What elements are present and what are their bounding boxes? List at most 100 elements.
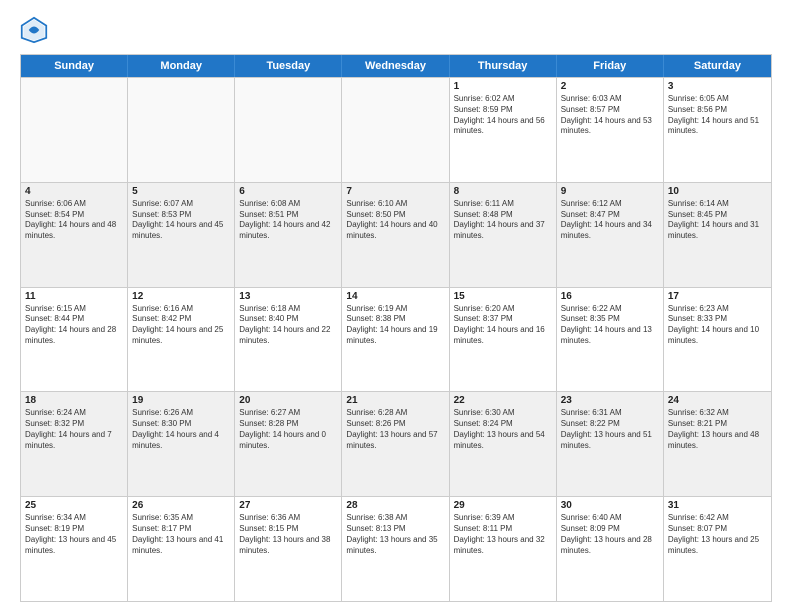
calendar-cell: 9 Sunrise: 6:12 AMSunset: 8:47 PMDaylight… <box>557 183 664 287</box>
cell-info: Sunrise: 6:30 AMSunset: 8:24 PMDaylight:… <box>454 408 552 451</box>
cell-info: Sunrise: 6:02 AMSunset: 8:59 PMDaylight:… <box>454 94 552 137</box>
day-number: 21 <box>346 395 444 406</box>
header <box>20 16 772 44</box>
day-number: 14 <box>346 291 444 302</box>
cell-info: Sunrise: 6:40 AMSunset: 8:09 PMDaylight:… <box>561 513 659 556</box>
calendar-cell <box>235 78 342 182</box>
day-number: 4 <box>25 186 123 197</box>
calendar-cell: 26 Sunrise: 6:35 AMSunset: 8:17 PMDayligh… <box>128 497 235 601</box>
calendar-day-header: Thursday <box>450 55 557 77</box>
cell-info: Sunrise: 6:06 AMSunset: 8:54 PMDaylight:… <box>25 199 123 242</box>
calendar-cell: 4 Sunrise: 6:06 AMSunset: 8:54 PMDaylight… <box>21 183 128 287</box>
calendar-cell: 8 Sunrise: 6:11 AMSunset: 8:48 PMDaylight… <box>450 183 557 287</box>
calendar-cell: 22 Sunrise: 6:30 AMSunset: 8:24 PMDayligh… <box>450 392 557 496</box>
cell-info: Sunrise: 6:26 AMSunset: 8:30 PMDaylight:… <box>132 408 230 451</box>
calendar-cell: 27Sunrise: 6:36 AMSunset: 8:15 PMDayligh… <box>235 497 342 601</box>
calendar-cell: 10 Sunrise: 6:14 AMSunset: 8:45 PMDayligh… <box>664 183 771 287</box>
cell-info: Sunrise: 6:10 AMSunset: 8:50 PMDaylight:… <box>346 199 444 242</box>
calendar-header: SundayMondayTuesdayWednesdayThursdayFrid… <box>21 55 771 77</box>
cell-info: Sunrise: 6:39 AMSunset: 8:11 PMDaylight:… <box>454 513 552 556</box>
calendar-cell: 6Sunrise: 6:08 AMSunset: 8:51 PMDaylight… <box>235 183 342 287</box>
cell-info: Sunrise: 6:35 AMSunset: 8:17 PMDaylight:… <box>132 513 230 556</box>
day-number: 6 <box>239 186 337 197</box>
calendar-cell <box>128 78 235 182</box>
day-number: 24 <box>668 395 767 406</box>
day-number: 9 <box>561 186 659 197</box>
day-number: 22 <box>454 395 552 406</box>
calendar-cell: 23Sunrise: 6:31 AMSunset: 8:22 PMDayligh… <box>557 392 664 496</box>
calendar-row: 18Sunrise: 6:24 AMSunset: 8:32 PMDayligh… <box>21 391 771 496</box>
day-number: 12 <box>132 291 230 302</box>
calendar-cell: 16 Sunrise: 6:22 AMSunset: 8:35 PMDayligh… <box>557 288 664 392</box>
cell-info: Sunrise: 6:11 AMSunset: 8:48 PMDaylight:… <box>454 199 552 242</box>
calendar-cell: 3 Sunrise: 6:05 AMSunset: 8:56 PMDaylight… <box>664 78 771 182</box>
calendar-day-header: Tuesday <box>235 55 342 77</box>
calendar-day-header: Wednesday <box>342 55 449 77</box>
cell-info: Sunrise: 6:32 AMSunset: 8:21 PMDaylight:… <box>668 408 767 451</box>
day-number: 31 <box>668 500 767 511</box>
calendar-cell: 31 Sunrise: 6:42 AMSunset: 8:07 PMDayligh… <box>664 497 771 601</box>
cell-info: Sunrise: 6:28 AMSunset: 8:26 PMDaylight:… <box>346 408 444 451</box>
calendar-cell: 29 Sunrise: 6:39 AMSunset: 8:11 PMDayligh… <box>450 497 557 601</box>
cell-info: Sunrise: 6:38 AMSunset: 8:13 PMDaylight:… <box>346 513 444 556</box>
cell-info: Sunrise: 6:12 AMSunset: 8:47 PMDaylight:… <box>561 199 659 242</box>
page: SundayMondayTuesdayWednesdayThursdayFrid… <box>0 0 792 612</box>
calendar-cell: 20Sunrise: 6:27 AMSunset: 8:28 PMDayligh… <box>235 392 342 496</box>
calendar-cell: 12 Sunrise: 6:16 AMSunset: 8:42 PMDayligh… <box>128 288 235 392</box>
cell-info: Sunrise: 6:16 AMSunset: 8:42 PMDaylight:… <box>132 304 230 347</box>
calendar-cell: 17Sunrise: 6:23 AMSunset: 8:33 PMDayligh… <box>664 288 771 392</box>
cell-info: Sunrise: 6:15 AMSunset: 8:44 PMDaylight:… <box>25 304 123 347</box>
cell-info: Sunrise: 6:27 AMSunset: 8:28 PMDaylight:… <box>239 408 337 451</box>
calendar-row: 4 Sunrise: 6:06 AMSunset: 8:54 PMDaylight… <box>21 182 771 287</box>
day-number: 3 <box>668 81 767 92</box>
cell-info: Sunrise: 6:22 AMSunset: 8:35 PMDaylight:… <box>561 304 659 347</box>
calendar-cell: 15Sunrise: 6:20 AMSunset: 8:37 PMDayligh… <box>450 288 557 392</box>
day-number: 30 <box>561 500 659 511</box>
calendar-cell: 30 Sunrise: 6:40 AMSunset: 8:09 PMDayligh… <box>557 497 664 601</box>
day-number: 2 <box>561 81 659 92</box>
calendar: SundayMondayTuesdayWednesdayThursdayFrid… <box>20 54 772 602</box>
day-number: 19 <box>132 395 230 406</box>
day-number: 10 <box>668 186 767 197</box>
calendar-cell <box>21 78 128 182</box>
calendar-cell: 2 Sunrise: 6:03 AMSunset: 8:57 PMDaylight… <box>557 78 664 182</box>
day-number: 13 <box>239 291 337 302</box>
calendar-row: 1 Sunrise: 6:02 AMSunset: 8:59 PMDaylight… <box>21 77 771 182</box>
cell-info: Sunrise: 6:36 AMSunset: 8:15 PMDaylight:… <box>239 513 337 556</box>
cell-info: Sunrise: 6:18 AMSunset: 8:40 PMDaylight:… <box>239 304 337 347</box>
calendar-cell: 11Sunrise: 6:15 AMSunset: 8:44 PMDayligh… <box>21 288 128 392</box>
calendar-cell: 5 Sunrise: 6:07 AMSunset: 8:53 PMDaylight… <box>128 183 235 287</box>
calendar-cell: 19 Sunrise: 6:26 AMSunset: 8:30 PMDayligh… <box>128 392 235 496</box>
logo <box>20 16 52 44</box>
day-number: 25 <box>25 500 123 511</box>
calendar-cell: 1 Sunrise: 6:02 AMSunset: 8:59 PMDaylight… <box>450 78 557 182</box>
day-number: 7 <box>346 186 444 197</box>
cell-info: Sunrise: 6:23 AMSunset: 8:33 PMDaylight:… <box>668 304 767 347</box>
cell-info: Sunrise: 6:03 AMSunset: 8:57 PMDaylight:… <box>561 94 659 137</box>
cell-info: Sunrise: 6:14 AMSunset: 8:45 PMDaylight:… <box>668 199 767 242</box>
calendar-cell: 7 Sunrise: 6:10 AMSunset: 8:50 PMDaylight… <box>342 183 449 287</box>
cell-info: Sunrise: 6:34 AMSunset: 8:19 PMDaylight:… <box>25 513 123 556</box>
day-number: 28 <box>346 500 444 511</box>
cell-info: Sunrise: 6:24 AMSunset: 8:32 PMDaylight:… <box>25 408 123 451</box>
day-number: 26 <box>132 500 230 511</box>
calendar-cell: 18Sunrise: 6:24 AMSunset: 8:32 PMDayligh… <box>21 392 128 496</box>
day-number: 16 <box>561 291 659 302</box>
calendar-day-header: Monday <box>128 55 235 77</box>
cell-info: Sunrise: 6:19 AMSunset: 8:38 PMDaylight:… <box>346 304 444 347</box>
calendar-day-header: Friday <box>557 55 664 77</box>
calendar-body: 1 Sunrise: 6:02 AMSunset: 8:59 PMDaylight… <box>21 77 771 601</box>
calendar-cell: 25 Sunrise: 6:34 AMSunset: 8:19 PMDayligh… <box>21 497 128 601</box>
cell-info: Sunrise: 6:42 AMSunset: 8:07 PMDaylight:… <box>668 513 767 556</box>
cell-info: Sunrise: 6:07 AMSunset: 8:53 PMDaylight:… <box>132 199 230 242</box>
day-number: 29 <box>454 500 552 511</box>
calendar-day-header: Sunday <box>21 55 128 77</box>
day-number: 5 <box>132 186 230 197</box>
calendar-cell: 13 Sunrise: 6:18 AMSunset: 8:40 PMDayligh… <box>235 288 342 392</box>
cell-info: Sunrise: 6:31 AMSunset: 8:22 PMDaylight:… <box>561 408 659 451</box>
cell-info: Sunrise: 6:05 AMSunset: 8:56 PMDaylight:… <box>668 94 767 137</box>
calendar-cell: 21 Sunrise: 6:28 AMSunset: 8:26 PMDayligh… <box>342 392 449 496</box>
calendar-row: 11Sunrise: 6:15 AMSunset: 8:44 PMDayligh… <box>21 287 771 392</box>
day-number: 8 <box>454 186 552 197</box>
day-number: 1 <box>454 81 552 92</box>
